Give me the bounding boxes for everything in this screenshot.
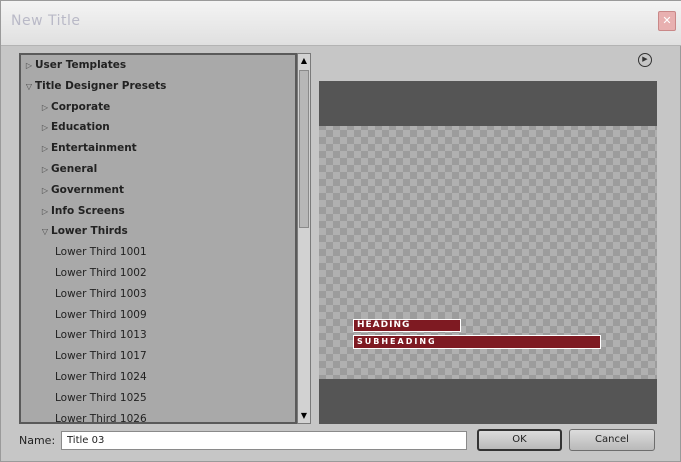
tree-item[interactable]: ▷ Government [21, 180, 295, 201]
tree-item[interactable]: ▷ General [21, 159, 295, 180]
tree-item-label: Info Screens [51, 204, 125, 217]
preview-top-band [319, 81, 657, 126]
tree-item[interactable]: ▷ Corporate [21, 97, 295, 118]
tree-item[interactable]: Lower Third 1009 [21, 305, 295, 326]
tree-item-label: Education [51, 121, 110, 134]
tree-item[interactable]: ▷ Info Screens [21, 201, 295, 222]
tree-item[interactable]: Lower Third 1002 [21, 263, 295, 284]
tree-item[interactable]: ▷ Education [21, 117, 295, 138]
expanded-arrow-icon[interactable]: ▽ [23, 77, 35, 98]
scroll-down-icon[interactable]: ▼ [299, 410, 309, 422]
collapsed-arrow-icon[interactable]: ▷ [39, 160, 51, 181]
tree-item[interactable]: Lower Third 1024 [21, 367, 295, 388]
tree-item[interactable]: Lower Third 1013 [21, 325, 295, 346]
tree-item[interactable]: ▽ Lower Thirds [21, 221, 295, 242]
tree-item[interactable]: ▷ User Templates [21, 55, 295, 76]
collapsed-arrow-icon[interactable]: ▷ [39, 98, 51, 119]
close-button[interactable]: ✕ [658, 11, 676, 31]
tree-item[interactable]: ▽ Title Designer Presets [21, 76, 295, 97]
tree-item-label: Lower Third 1017 [55, 350, 147, 363]
tree-scrollbar[interactable]: ▲ ▼ [297, 53, 311, 424]
name-input[interactable] [61, 431, 467, 450]
template-tree: ▷ User Templates ▽ Title Designer Presets ▷ C… [19, 53, 297, 424]
tree-item-label: Entertainment [51, 142, 137, 155]
tree-item-label: Lower Third 1026 [55, 412, 147, 424]
collapsed-arrow-icon[interactable]: ▷ [39, 139, 51, 160]
cancel-button[interactable]: Cancel [569, 429, 655, 451]
tree-item[interactable]: Lower Third 1003 [21, 284, 295, 305]
window-title: New Title [11, 13, 81, 29]
preview-menu-icon[interactable]: ▶ [638, 53, 652, 67]
tree-item-label: Lower Third 1013 [55, 329, 147, 342]
title-preview: HEADING SUBHEADING [319, 81, 657, 424]
scroll-thumb[interactable] [299, 70, 309, 228]
tree-item-label: Lower Third 1003 [55, 287, 147, 300]
ok-button[interactable]: OK [477, 429, 562, 451]
tree-item[interactable]: ▷ Entertainment [21, 138, 295, 159]
tree-item[interactable]: Lower Third 1025 [21, 388, 295, 409]
collapsed-arrow-icon[interactable]: ▷ [39, 118, 51, 139]
tree-item-label: Title Designer Presets [35, 79, 167, 92]
new-title-dialog: New Title ✕ ▷ User Templates ▽ Title Design… [0, 0, 681, 462]
title-bar: New Title ✕ [1, 1, 681, 46]
tree-item-label: Lower Thirds [51, 225, 128, 238]
preview-subheading: SUBHEADING [353, 335, 601, 349]
name-label: Name: [19, 434, 56, 447]
tree-item-label: Lower Third 1002 [55, 266, 147, 279]
tree-item[interactable]: Lower Third 1026 [21, 409, 295, 424]
tree-item-label: Lower Third 1009 [55, 308, 147, 321]
collapsed-arrow-icon[interactable]: ▷ [39, 202, 51, 223]
preview-bottom-band [319, 379, 657, 424]
collapsed-arrow-icon[interactable]: ▷ [23, 56, 35, 77]
tree-item-label: Lower Third 1024 [55, 370, 147, 383]
tree-item-label: General [51, 162, 98, 175]
preview-heading: HEADING [353, 319, 461, 332]
tree-item-label: Lower Third 1025 [55, 391, 147, 404]
collapsed-arrow-icon[interactable]: ▷ [39, 181, 51, 202]
expanded-arrow-icon[interactable]: ▽ [39, 222, 51, 243]
tree-item[interactable]: Lower Third 1001 [21, 242, 295, 263]
tree-item[interactable]: Lower Third 1017 [21, 346, 295, 367]
tree-item-label: User Templates [35, 59, 127, 71]
tree-item-label: Government [51, 183, 125, 196]
tree-item-label: Corporate [51, 100, 111, 113]
tree-item-label: Lower Third 1001 [55, 246, 147, 259]
scroll-up-icon[interactable]: ▲ [299, 55, 309, 67]
